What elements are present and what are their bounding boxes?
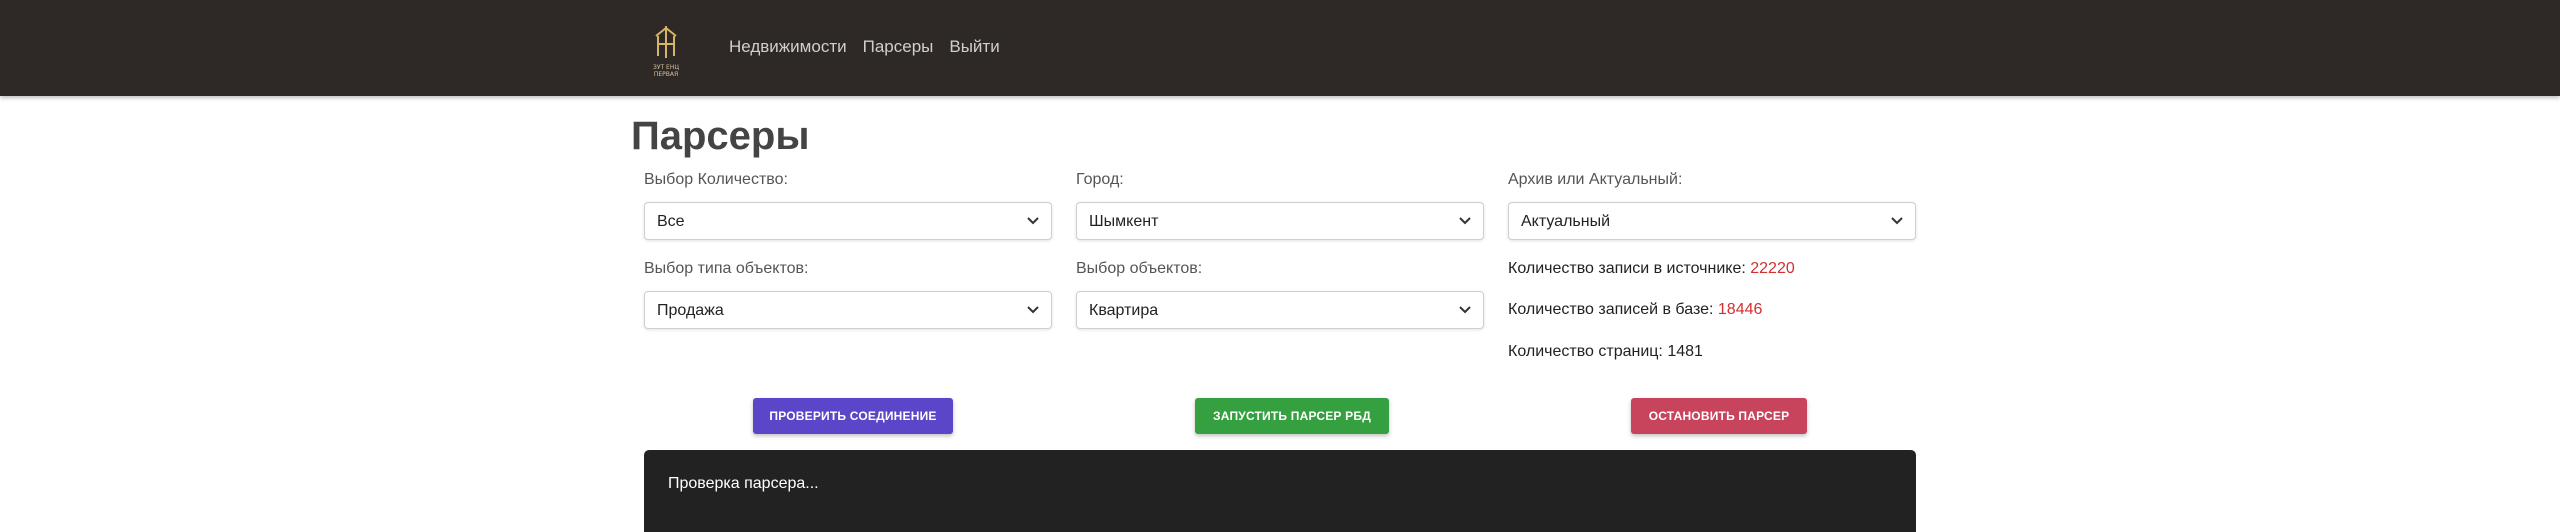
db-count-stat: Количество записей в базе: 18446 <box>1508 300 1762 320</box>
quantity-label: Выбор Количество: <box>644 171 788 188</box>
chevron-down-icon <box>1459 306 1471 314</box>
archive-select[interactable]: Актуальный <box>1508 202 1916 240</box>
brand-logo[interactable]: ЗУТ ЕНЦ ПЕРВАЯ <box>646 22 686 78</box>
object-type-select[interactable]: Продажа <box>644 291 1052 329</box>
chevron-down-icon <box>1891 217 1903 225</box>
check-connection-button[interactable]: ПРОВЕРИТЬ СОЕДИНЕНИЕ <box>753 398 953 434</box>
pages-count-stat: Количество страниц: 1481 <box>1508 342 1703 362</box>
archive-select-value: Актуальный <box>1521 213 1611 230</box>
object-type-label: Выбор типа объектов: <box>644 260 809 277</box>
nav-link-logout[interactable]: Выйти <box>949 36 999 58</box>
top-navbar: ЗУТ ЕНЦ ПЕРВАЯ Недвижимости Парсеры Выйт… <box>0 0 2560 96</box>
objects-label: Выбор объектов: <box>1076 260 1203 277</box>
source-count-value: 22220 <box>1750 260 1795 277</box>
db-count-label: Количество записей в базе: <box>1508 301 1714 318</box>
city-select[interactable]: Шымкент <box>1076 202 1484 240</box>
logo-emblem-icon <box>655 26 677 58</box>
archive-label: Архив или Актуальный: <box>1508 171 1683 188</box>
stop-parser-button[interactable]: ОСТАНОВИТЬ ПАРСЕР <box>1631 398 1807 434</box>
db-count-value: 18446 <box>1717 301 1763 318</box>
start-parser-button[interactable]: ЗАПУСТИТЬ ПАРСЕР РБД <box>1195 398 1389 434</box>
pages-count-value: 1481 <box>1667 343 1703 360</box>
nav-link-parsers[interactable]: Парсеры <box>863 36 934 58</box>
parser-log-text: Проверка парсера... <box>668 475 819 492</box>
page-title: Парсеры <box>631 114 810 158</box>
objects-select[interactable]: Квартира <box>1076 291 1484 329</box>
source-count-label: Количество записи в источнике: <box>1508 260 1746 277</box>
nav-link-real-estate[interactable]: Недвижимости <box>729 36 847 58</box>
chevron-down-icon <box>1027 217 1039 225</box>
chevron-down-icon <box>1027 306 1039 314</box>
city-select-value: Шымкент <box>1089 213 1159 230</box>
quantity-select-value: Все <box>657 213 685 230</box>
pages-count-label: Количество страниц: <box>1508 343 1663 360</box>
city-label: Город: <box>1076 171 1124 188</box>
logo-text: ЗУТ ЕНЦ ПЕРВАЯ <box>652 64 680 78</box>
objects-select-value: Квартира <box>1089 302 1159 319</box>
chevron-down-icon <box>1459 217 1471 225</box>
parser-log-console: Проверка парсера... <box>644 450 1916 532</box>
object-type-select-value: Продажа <box>657 302 724 319</box>
source-count-stat: Количество записи в источнике: 22220 <box>1508 259 1795 279</box>
nav-links: Недвижимости Парсеры Выйти <box>729 36 1000 58</box>
quantity-select[interactable]: Все <box>644 202 1052 240</box>
